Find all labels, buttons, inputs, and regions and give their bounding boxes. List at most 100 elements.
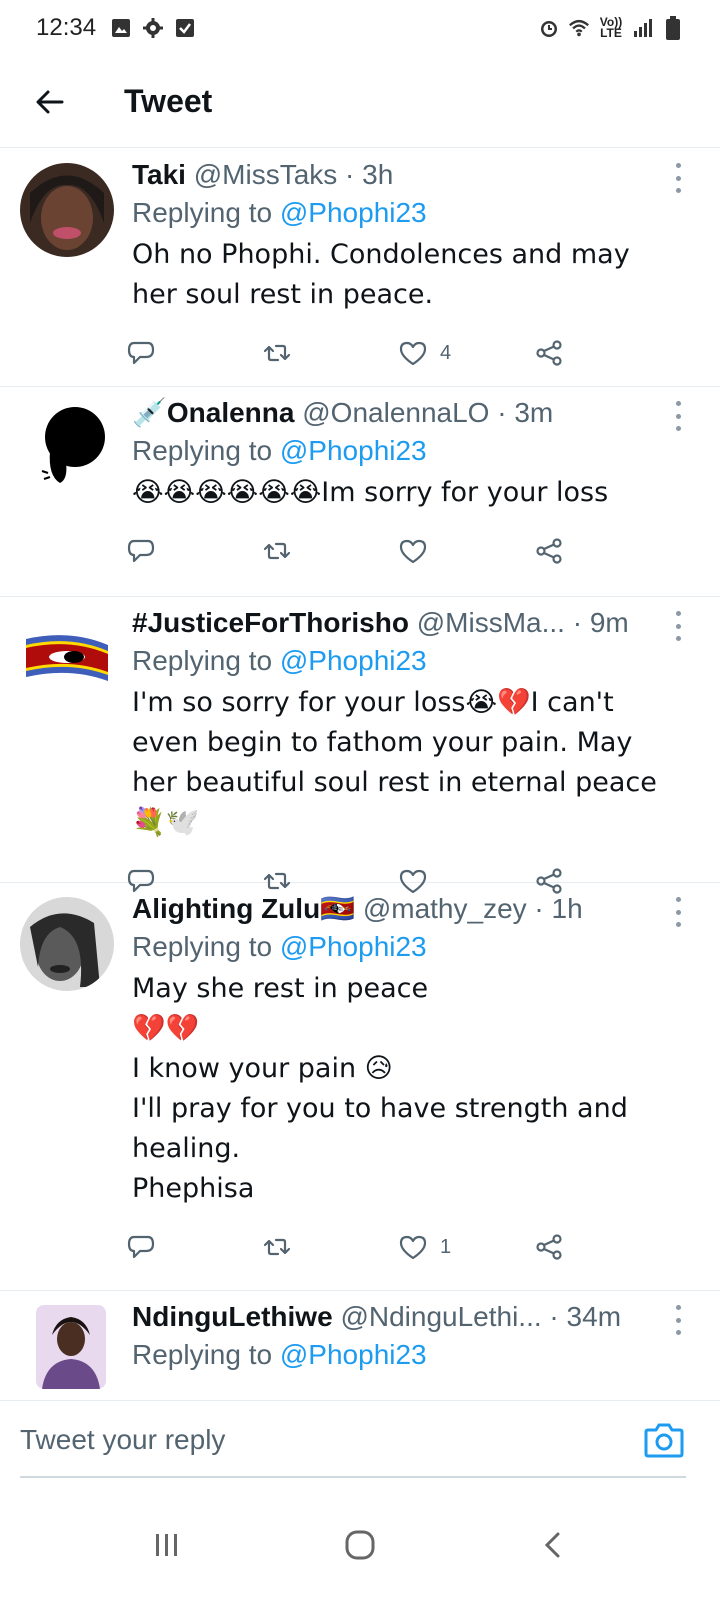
timestamp: 9m xyxy=(589,607,629,638)
recent-apps-icon xyxy=(155,1534,177,1556)
reply-button[interactable] xyxy=(126,338,262,368)
like-count: 1 xyxy=(440,1235,452,1258)
tweet-actions xyxy=(126,513,670,589)
handle[interactable]: @mathy_zey xyxy=(363,893,527,924)
avatar[interactable] xyxy=(20,897,114,991)
mention-link[interactable]: @Phophi23 xyxy=(280,1339,427,1370)
display-name[interactable]: Alighting Zulu xyxy=(132,893,320,924)
avatar[interactable] xyxy=(20,163,114,257)
like-button[interactable]: 4 xyxy=(398,338,534,368)
replying-to: Replying to @Phophi23 xyxy=(132,641,670,681)
avatar[interactable] xyxy=(36,1305,106,1389)
home-button[interactable] xyxy=(330,1515,390,1575)
nav-back-button[interactable] xyxy=(523,1515,583,1575)
tweet[interactable]: NdinguLethiwe @NdinguLethi... · 34m Repl… xyxy=(0,1291,720,1399)
like-count: 4 xyxy=(440,341,452,364)
reply-underline xyxy=(20,1476,686,1478)
reply-icon xyxy=(126,1232,156,1262)
handle[interactable]: @NdinguLethi... xyxy=(340,1301,541,1332)
display-name[interactable]: #JusticeForThorisho xyxy=(132,607,409,638)
more-options-button[interactable] xyxy=(666,1305,690,1335)
network-label: Vo)) LTE xyxy=(599,15,623,40)
timestamp: 3h xyxy=(362,159,394,190)
display-name[interactable]: Onalenna xyxy=(167,397,295,428)
handle[interactable]: @MissTaks xyxy=(194,159,338,190)
avatar[interactable] xyxy=(20,401,114,495)
retweet-icon xyxy=(262,536,292,566)
handle[interactable]: @MissMa... xyxy=(417,607,565,638)
check-square-icon xyxy=(174,17,196,39)
reply-icon xyxy=(126,338,156,368)
reply-feed[interactable]: Taki @MissTaks · 3h Replying to @Phophi2… xyxy=(0,149,720,1399)
reply-icon xyxy=(126,536,156,566)
replying-prefix: Replying to xyxy=(132,197,273,228)
display-name[interactable]: Taki xyxy=(132,159,186,190)
system-nav-bar xyxy=(0,1490,720,1600)
back-button[interactable] xyxy=(20,72,80,132)
alarm-icon xyxy=(538,17,560,39)
more-options-button[interactable] xyxy=(666,897,690,927)
tweet-actions: 4 xyxy=(126,315,670,391)
retweet-button[interactable] xyxy=(262,338,398,368)
share-button[interactable] xyxy=(534,1232,670,1262)
flag-emoji: 🇸🇿 xyxy=(320,892,356,925)
retweet-button[interactable] xyxy=(262,1232,398,1262)
tweet[interactable]: Taki @MissTaks · 3h Replying to @Phophi2… xyxy=(0,149,720,387)
timestamp: 3m xyxy=(514,397,554,428)
camera-icon xyxy=(644,1423,684,1457)
mention-link[interactable]: @Phophi23 xyxy=(280,197,427,228)
heart-icon xyxy=(398,536,428,566)
retweet-icon xyxy=(262,1232,292,1262)
tweet-meta: Alighting Zulu🇸🇿 @mathy_zey · 1h xyxy=(132,892,583,925)
page-title: Tweet xyxy=(124,83,213,119)
more-options-button[interactable] xyxy=(666,611,690,641)
camera-button[interactable] xyxy=(642,1418,686,1462)
handle[interactable]: @OnalennaLO xyxy=(302,397,489,428)
replying-to: Replying to @Phophi23 xyxy=(132,927,670,967)
replying-prefix: Replying to xyxy=(132,1339,273,1370)
tweet-text: Oh no Phophi. Condolences and may her so… xyxy=(132,239,639,310)
reply-button[interactable] xyxy=(126,1232,262,1262)
tweet-meta: #JusticeForThorisho @MissMa... · 9m xyxy=(132,607,629,638)
mention-link[interactable]: @Phophi23 xyxy=(280,645,427,676)
top-app-bar: Tweet xyxy=(0,56,720,148)
reply-button[interactable] xyxy=(126,536,262,566)
tweet[interactable]: #JusticeForThorisho @MissMa... · 9m Repl… xyxy=(0,597,720,894)
reply-input[interactable]: Tweet your reply xyxy=(20,1410,642,1470)
back-icon xyxy=(545,1532,560,1558)
more-options-button[interactable] xyxy=(666,401,690,431)
tweet-text: May she rest in peace 💔💔 I know your pai… xyxy=(132,973,628,1204)
syringe-emoji: 💉 xyxy=(132,396,167,429)
timestamp: 34m xyxy=(566,1301,622,1332)
tweet-meta: 💉Onalenna @OnalennaLO · 3m xyxy=(132,396,554,429)
reply-composer: Tweet your reply xyxy=(0,1400,720,1478)
share-icon xyxy=(534,338,564,368)
more-options-button[interactable] xyxy=(666,163,690,193)
tweet-text: I'm so sorry for your loss😭💔I can't even… xyxy=(132,687,657,838)
gear-icon xyxy=(142,17,164,39)
replying-prefix: Replying to xyxy=(132,435,273,466)
tweet[interactable]: Alighting Zulu🇸🇿 @mathy_zey · 1h Replyin… xyxy=(0,883,720,1291)
tweet-meta: NdinguLethiwe @NdinguLethi... · 34m xyxy=(132,1301,622,1332)
arrow-left-icon xyxy=(36,90,64,113)
mention-link[interactable]: @Phophi23 xyxy=(280,931,427,962)
display-name[interactable]: NdinguLethiwe xyxy=(132,1301,333,1332)
tweet[interactable]: 💉Onalenna @OnalennaLO · 3m Replying to @… xyxy=(0,387,720,597)
like-button[interactable]: 1 xyxy=(398,1232,534,1262)
like-button[interactable] xyxy=(398,536,534,566)
status-bar: 12:34 Vo)) LTE xyxy=(0,0,720,56)
retweet-icon xyxy=(262,338,292,368)
mention-link[interactable]: @Phophi23 xyxy=(280,435,427,466)
share-button[interactable] xyxy=(534,338,670,368)
recent-apps-button[interactable] xyxy=(137,1515,197,1575)
retweet-button[interactable] xyxy=(262,536,398,566)
share-button[interactable] xyxy=(534,536,670,566)
avatar[interactable] xyxy=(20,611,114,705)
tweet-meta: Taki @MissTaks · 3h xyxy=(132,159,394,190)
status-time: 12:34 xyxy=(36,14,97,41)
tweet-text: 😭😭😭😭😭😭Im sorry for your loss xyxy=(132,477,609,508)
replying-to: Replying to @Phophi23 xyxy=(132,193,670,233)
share-icon xyxy=(534,1232,564,1262)
home-icon xyxy=(345,1530,375,1560)
heart-icon xyxy=(398,338,428,368)
